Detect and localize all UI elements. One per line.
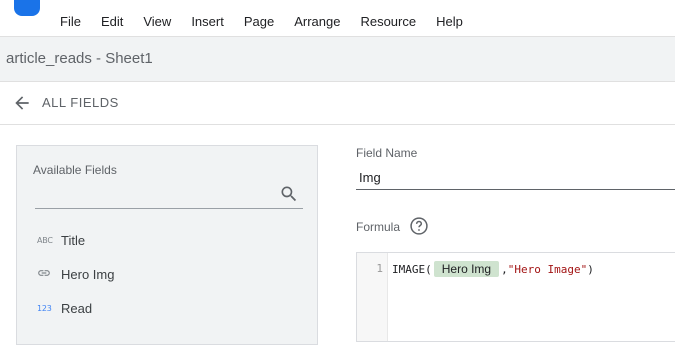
menu-page[interactable]: Page — [234, 12, 284, 32]
app-logo — [14, 0, 40, 16]
all-fields-link[interactable]: ALL FIELDS — [42, 95, 119, 110]
number-type-icon: 123 — [37, 303, 52, 313]
text-type-icon: ABC — [37, 235, 53, 245]
available-fields-panel: Available Fields ABC Title Hero Img 123 … — [16, 145, 318, 345]
formula-close-paren: ) — [587, 262, 594, 276]
field-item-hero-img[interactable]: Hero Img — [37, 264, 114, 284]
menu-bar: File Edit View Insert Page Arrange Resou… — [50, 12, 473, 32]
menu-resource[interactable]: Resource — [350, 12, 426, 32]
menu-arrange[interactable]: Arrange — [284, 12, 350, 32]
formula-label: Formula — [356, 220, 401, 234]
available-fields-title: Available Fields — [33, 163, 117, 177]
field-name-input[interactable] — [356, 166, 675, 190]
field-search-input[interactable] — [35, 208, 303, 209]
formula-separator: , — [501, 262, 508, 276]
datasource-name: article_reads - Sheet1 — [6, 50, 153, 67]
formula-string-arg: "Hero Image" — [507, 262, 588, 276]
app-bar: File Edit View Insert Page Arrange Resou… — [0, 0, 675, 36]
search-icon[interactable] — [279, 184, 299, 204]
link-icon — [37, 266, 61, 282]
formula-function: IMAGE( — [392, 262, 432, 276]
help-icon[interactable] — [409, 216, 429, 236]
menu-edit[interactable]: Edit — [91, 12, 133, 32]
back-arrow-icon[interactable] — [12, 93, 32, 113]
field-item-read[interactable]: 123 Read — [37, 298, 92, 318]
field-label: Read — [61, 300, 93, 316]
field-label: Title — [61, 232, 86, 248]
formula-editor[interactable]: 1 IMAGE( Hero Img , "Hero Image" ) — [356, 252, 675, 342]
menu-help[interactable]: Help — [426, 12, 473, 32]
line-gutter: 1 — [357, 253, 388, 341]
menu-view[interactable]: View — [133, 12, 181, 32]
back-row: ALL FIELDS — [0, 81, 675, 125]
field-label: Hero Img — [61, 266, 115, 282]
menu-insert[interactable]: Insert — [181, 12, 234, 32]
field-item-title[interactable]: ABC Title — [37, 230, 85, 250]
line-number: 1 — [376, 262, 383, 275]
field-name-label: Field Name — [356, 146, 418, 160]
datasource-header: article_reads - Sheet1 — [0, 36, 675, 82]
formula-code[interactable]: IMAGE( Hero Img , "Hero Image" ) — [392, 261, 594, 277]
menu-file[interactable]: File — [50, 12, 91, 32]
field-chip[interactable]: Hero Img — [433, 261, 500, 277]
